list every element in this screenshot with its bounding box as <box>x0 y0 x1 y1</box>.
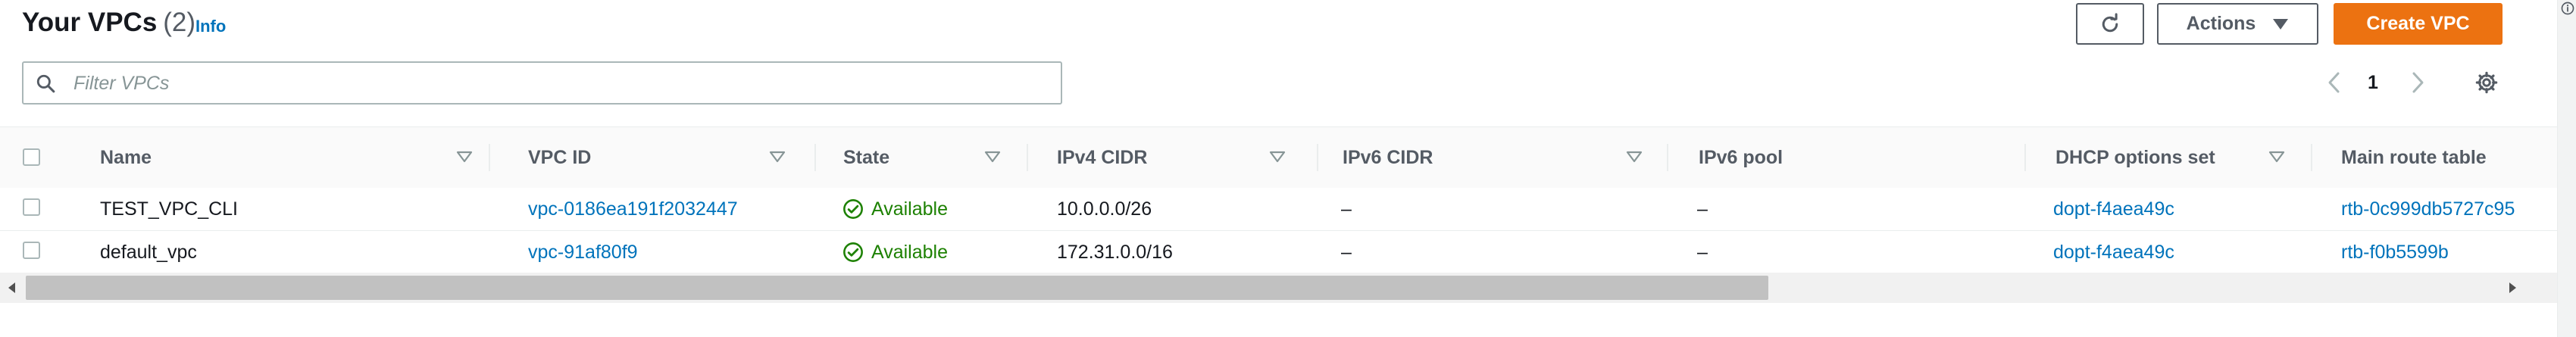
cell-ipv6-pool: – <box>1697 198 1708 220</box>
select-all-checkbox[interactable] <box>23 148 40 166</box>
column-header-name[interactable]: Name <box>100 127 152 188</box>
scroll-left-arrow-icon[interactable] <box>5 280 20 295</box>
cell-ipv6-pool: – <box>1697 241 1708 263</box>
cell-ipv4-cidr: 10.0.0.0/26 <box>1057 198 1152 220</box>
cell-name: TEST_VPC_CLI <box>100 198 239 220</box>
gear-icon <box>2475 71 2498 94</box>
info-link[interactable]: Info <box>195 17 226 36</box>
sort-icon[interactable] <box>456 151 473 163</box>
table-header: Name VPC ID State IPv4 CIDR IPv6 CIDR IP… <box>0 126 2557 189</box>
column-separator[interactable] <box>1667 144 1668 171</box>
column-separator[interactable] <box>2311 144 2312 171</box>
check-circle-icon <box>843 242 863 262</box>
cell-ipv6-cidr: – <box>1341 241 1352 263</box>
column-separator[interactable] <box>2024 144 2026 171</box>
column-header-state[interactable]: State <box>843 127 889 188</box>
chevron-left-icon <box>2328 72 2340 93</box>
column-separator[interactable] <box>489 144 490 171</box>
scroll-right-arrow-icon[interactable] <box>2505 280 2520 295</box>
column-header-ipv6-cidr[interactable]: IPv6 CIDR <box>1343 127 1433 188</box>
state-label: Available <box>871 241 949 263</box>
search-field[interactable] <box>22 61 1062 105</box>
page-number[interactable]: 1 <box>2368 65 2378 100</box>
cell-name: default_vpc <box>100 241 197 263</box>
page-title: Your VPCs (2) <box>22 8 195 38</box>
column-header-ipv6-pool[interactable]: IPv6 pool <box>1699 127 1783 188</box>
row-checkbox[interactable] <box>23 242 40 259</box>
column-header-vpc-id[interactable]: VPC ID <box>528 127 591 188</box>
cell-vpc-id-link[interactable]: vpc-0186ea191f2032447 <box>528 188 738 230</box>
sort-icon[interactable] <box>984 151 1001 163</box>
cell-main-route-table-link[interactable]: rtb-0c999db5727c95 <box>2341 188 2515 230</box>
cell-dhcp-options-link[interactable]: dopt-f4aea49c <box>2053 188 2174 230</box>
create-vpc-label: Create VPC <box>2366 13 2470 34</box>
column-separator[interactable] <box>1317 144 1318 171</box>
cell-state: Available <box>843 231 948 273</box>
check-circle-icon <box>843 199 863 219</box>
help-panel-strip <box>2557 0 2576 337</box>
cell-ipv4-cidr: 172.31.0.0/16 <box>1057 241 1173 263</box>
column-separator[interactable] <box>814 144 816 171</box>
sort-icon[interactable] <box>2268 151 2285 163</box>
vpc-count: (2) <box>163 8 196 37</box>
next-page-button[interactable] <box>2409 65 2432 100</box>
column-header-dhcp-options-set[interactable]: DHCP options set <box>2055 127 2215 188</box>
cell-state: Available <box>843 188 948 230</box>
cell-vpc-id-link[interactable]: vpc-91af80f9 <box>528 231 638 273</box>
caret-down-icon <box>2273 18 2289 30</box>
search-icon <box>36 74 55 93</box>
refresh-icon <box>2102 12 2118 32</box>
cell-main-route-table-link[interactable]: rtb-f0b5599b <box>2341 231 2449 273</box>
preferences-button[interactable] <box>2474 65 2500 100</box>
table-row[interactable]: TEST_VPC_CLI vpc-0186ea191f2032447 Avail… <box>0 188 2557 231</box>
refresh-button[interactable] <box>2076 3 2144 45</box>
sort-icon[interactable] <box>769 151 786 163</box>
page-title-text: Your VPCs <box>22 8 158 37</box>
column-separator[interactable] <box>1027 144 1028 171</box>
prev-page-button[interactable] <box>2326 65 2349 100</box>
cell-dhcp-options-link[interactable]: dopt-f4aea49c <box>2053 231 2174 273</box>
sort-icon[interactable] <box>1626 151 1643 163</box>
row-checkbox[interactable] <box>23 198 40 216</box>
column-header-main-route-table[interactable]: Main route table <box>2341 127 2487 188</box>
chevron-right-icon <box>2412 72 2424 93</box>
table-row[interactable]: default_vpc vpc-91af80f9 Available 172.3… <box>0 231 2557 274</box>
search-input[interactable] <box>72 66 1052 101</box>
sort-icon[interactable] <box>1269 151 1286 163</box>
state-label: Available <box>871 198 949 220</box>
actions-label: Actions <box>2186 13 2256 34</box>
vpc-list-panel: Your VPCs(2) Info Actions Create VPC 1 <box>0 0 2557 337</box>
cell-ipv6-cidr: – <box>1341 198 1352 220</box>
column-header-ipv4-cidr[interactable]: IPv4 CIDR <box>1057 127 1147 188</box>
horizontal-scrollbar-thumb[interactable] <box>26 276 1768 300</box>
actions-dropdown-button[interactable]: Actions <box>2157 3 2318 45</box>
info-circle-icon[interactable] <box>2561 2 2574 15</box>
create-vpc-button[interactable]: Create VPC <box>2334 3 2503 45</box>
